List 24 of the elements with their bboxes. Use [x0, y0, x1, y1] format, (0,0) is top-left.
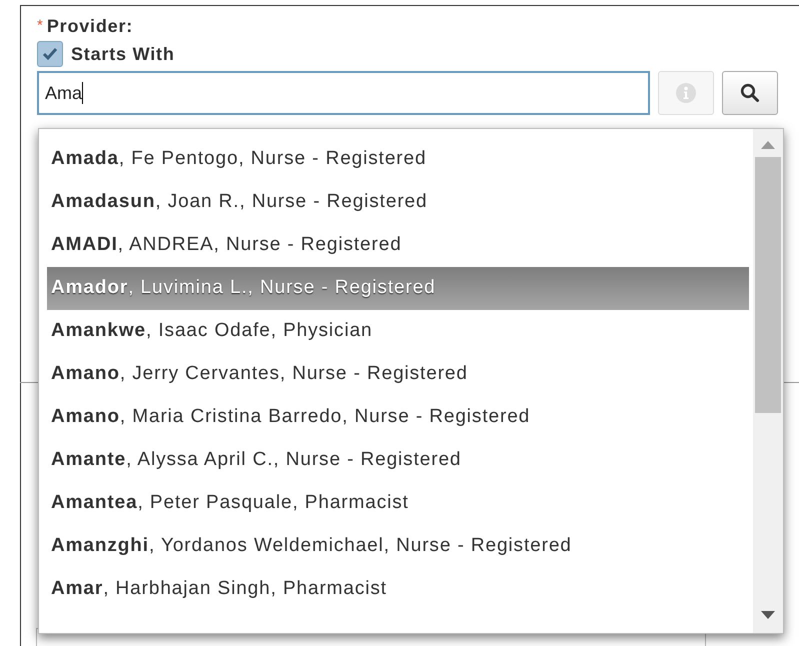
suggestion-item[interactable]: Amada, Fe Pentogo, Nurse - Registered	[47, 138, 749, 181]
scroll-up-icon[interactable]	[761, 141, 775, 149]
search-input[interactable]: Ama	[37, 71, 650, 115]
check-icon	[42, 47, 58, 61]
checkbox[interactable]	[37, 41, 63, 67]
search-icon	[740, 83, 760, 103]
suggestion-item[interactable]: Amanzghi, Yordanos Weldemichael, Nurse - Registered	[47, 525, 749, 568]
search-button[interactable]	[722, 71, 778, 115]
field-label: Provider:	[46, 14, 134, 38]
checkbox-label: Starts With	[71, 42, 175, 66]
suggestion-item[interactable]: Amankwe, Isaac Odafe, Physician	[47, 310, 749, 353]
suggestion-item[interactable]: Amar, Harbhajan Singh, Pharmacist	[47, 568, 749, 611]
suggestion-item[interactable]: AMADI, ANDREA, Nurse - Registered	[47, 224, 749, 267]
required-mark: *	[37, 16, 43, 36]
suggestion-item[interactable]: Amadasun, Joan R., Nurse - Registered	[47, 181, 749, 224]
suggestion-item[interactable]: Amano, Jerry Cervantes, Nurse - Registered	[47, 353, 749, 396]
info-button[interactable]	[658, 71, 714, 115]
suggestion-item[interactable]: Amantea, Peter Pasquale, Pharmacist	[47, 482, 749, 525]
scroll-down-icon[interactable]	[761, 611, 775, 619]
suggestion-item[interactable]: Amante, Alyssa April C., Nurse - Registered	[47, 439, 749, 482]
scrollbar-thumb[interactable]	[755, 157, 781, 413]
scrollbar[interactable]	[753, 129, 783, 633]
info-icon	[676, 83, 696, 103]
suggestion-item[interactable]: Amano, Maria Cristina Barredo, Nurse - Registered	[47, 396, 749, 439]
